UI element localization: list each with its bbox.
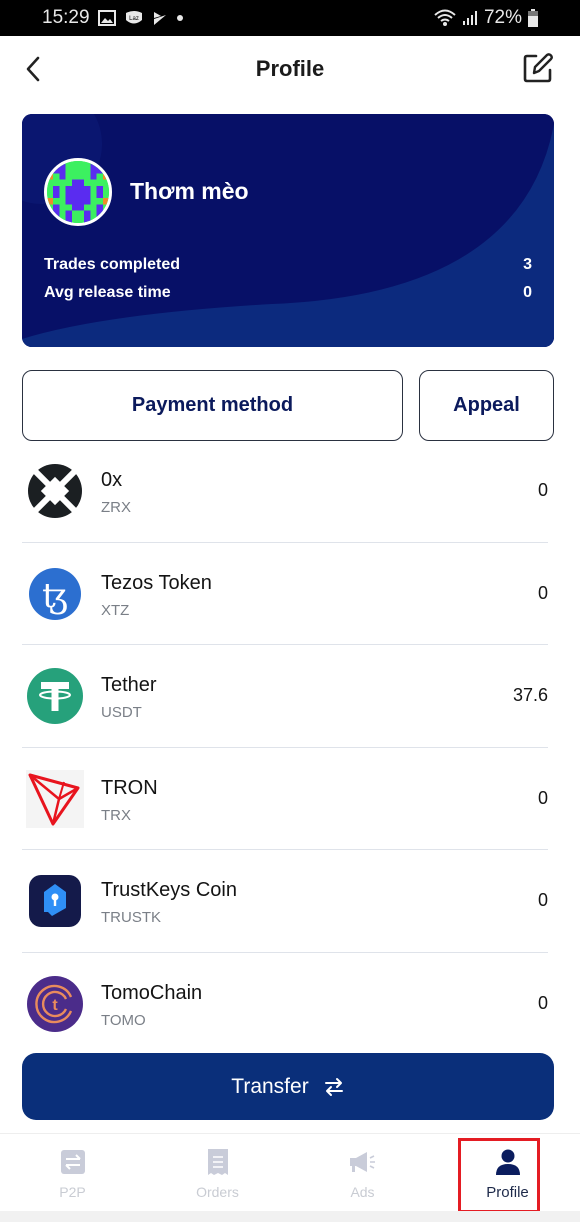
tomochain-icon: t bbox=[27, 975, 83, 1032]
swap-arrows-icon bbox=[324, 1077, 343, 1096]
megaphone-icon bbox=[349, 1152, 375, 1172]
token-symbol: USDT bbox=[101, 704, 142, 721]
profile-card: Thơm mèo Trades completed 3 Avg release … bbox=[22, 114, 554, 347]
battery-icon bbox=[528, 9, 538, 27]
svg-text:t: t bbox=[52, 997, 58, 1014]
token-balance: 0 bbox=[537, 582, 548, 603]
svg-text:Laz: Laz bbox=[129, 16, 139, 22]
zrx-icon bbox=[28, 464, 82, 518]
gallery-icon bbox=[97, 10, 116, 26]
token-symbol: TOMO bbox=[101, 1011, 146, 1029]
token-name: 0x bbox=[101, 469, 123, 491]
stat-trades-completed: Trades completed 3 bbox=[44, 256, 532, 274]
tether-icon bbox=[27, 668, 83, 724]
avatar bbox=[44, 158, 112, 226]
token-name: Tether bbox=[101, 674, 157, 696]
receipt-icon bbox=[207, 1149, 228, 1175]
token-symbol: TRUSTK bbox=[101, 909, 161, 926]
username: Thơm mèo bbox=[130, 178, 249, 204]
token-balance: 0 bbox=[537, 787, 548, 808]
nav-item-profile[interactable]: Profile bbox=[435, 1134, 580, 1213]
app-header: Profile bbox=[0, 36, 580, 106]
signal-icon bbox=[462, 10, 478, 26]
token-item-trustk[interactable]: TrustKeys Coin TRUSTK 0 bbox=[22, 850, 548, 953]
token-item-trx[interactable]: TRON TRX 0 bbox=[22, 748, 548, 850]
wifi-icon bbox=[434, 9, 456, 27]
token-item-usdt[interactable]: Tether USDT 37.6 bbox=[22, 645, 548, 748]
bottom-navigation: P2P Orders Ads Profile bbox=[0, 1133, 580, 1213]
token-balance: 0 bbox=[537, 890, 548, 910]
token-symbol: ZRX bbox=[101, 499, 131, 516]
tron-icon bbox=[26, 769, 84, 828]
token-balance: 37.6 bbox=[512, 685, 548, 705]
p2p-icon bbox=[60, 1150, 85, 1174]
svg-text:ꜩ: ꜩ bbox=[42, 576, 68, 616]
nav-item-ads[interactable]: Ads bbox=[290, 1134, 435, 1211]
token-item-zrx[interactable]: 0x ZRX 0 bbox=[22, 440, 548, 543]
nav-label: P2P bbox=[59, 1184, 86, 1200]
stat-avg-release-time: Avg release time 0 bbox=[44, 284, 532, 302]
transfer-label: Transfer bbox=[231, 1074, 309, 1098]
token-name: TomoChain bbox=[101, 981, 203, 1004]
nav-item-orders[interactable]: Orders bbox=[145, 1134, 290, 1211]
token-symbol: TRX bbox=[101, 806, 131, 824]
dot-icon bbox=[176, 14, 184, 22]
token-balance: 0 bbox=[537, 992, 548, 1013]
appeal-button[interactable]: Appeal bbox=[419, 370, 554, 441]
nav-label: Ads bbox=[350, 1184, 375, 1200]
edit-profile-button[interactable] bbox=[522, 52, 554, 84]
payment-method-button[interactable]: Payment method bbox=[22, 370, 403, 441]
nav-item-p2p[interactable]: P2P bbox=[0, 1134, 145, 1211]
lazada-icon: Laz bbox=[124, 10, 144, 26]
token-item-xtz[interactable]: ꜩ Tezos Token XTZ 0 bbox=[22, 543, 548, 645]
edit-icon bbox=[523, 53, 553, 83]
nav-label: Orders bbox=[196, 1184, 239, 1200]
token-list: 0x ZRX 0 ꜩ Tezos Token XTZ 0 Tether USDT… bbox=[22, 440, 548, 1055]
stat-label: Avg release time bbox=[44, 284, 171, 301]
status-time: 15:29 bbox=[42, 7, 90, 28]
battery-percent: 72% bbox=[483, 7, 522, 28]
token-symbol: XTZ bbox=[101, 601, 130, 619]
token-name: TRON bbox=[101, 776, 158, 799]
stat-label: Trades completed bbox=[44, 256, 181, 273]
tezos-icon: ꜩ bbox=[29, 567, 81, 620]
task-icon bbox=[152, 10, 168, 26]
page-title: Profile bbox=[255, 56, 325, 81]
status-bar: 15:29 Laz 72% bbox=[0, 0, 580, 36]
stat-value: 3 bbox=[523, 256, 532, 273]
card-background bbox=[22, 114, 554, 347]
token-item-tomo[interactable]: t TomoChain TOMO 0 bbox=[22, 953, 548, 1056]
system-nav-strip bbox=[0, 1211, 580, 1222]
transfer-button[interactable]: Transfer bbox=[22, 1053, 554, 1120]
token-name: Tezos Token bbox=[101, 571, 212, 594]
trustkeys-icon bbox=[29, 875, 81, 927]
stat-value: 0 bbox=[523, 284, 532, 301]
token-name: TrustKeys Coin bbox=[101, 879, 237, 901]
highlight-box bbox=[458, 1138, 540, 1213]
token-balance: 0 bbox=[537, 480, 548, 500]
